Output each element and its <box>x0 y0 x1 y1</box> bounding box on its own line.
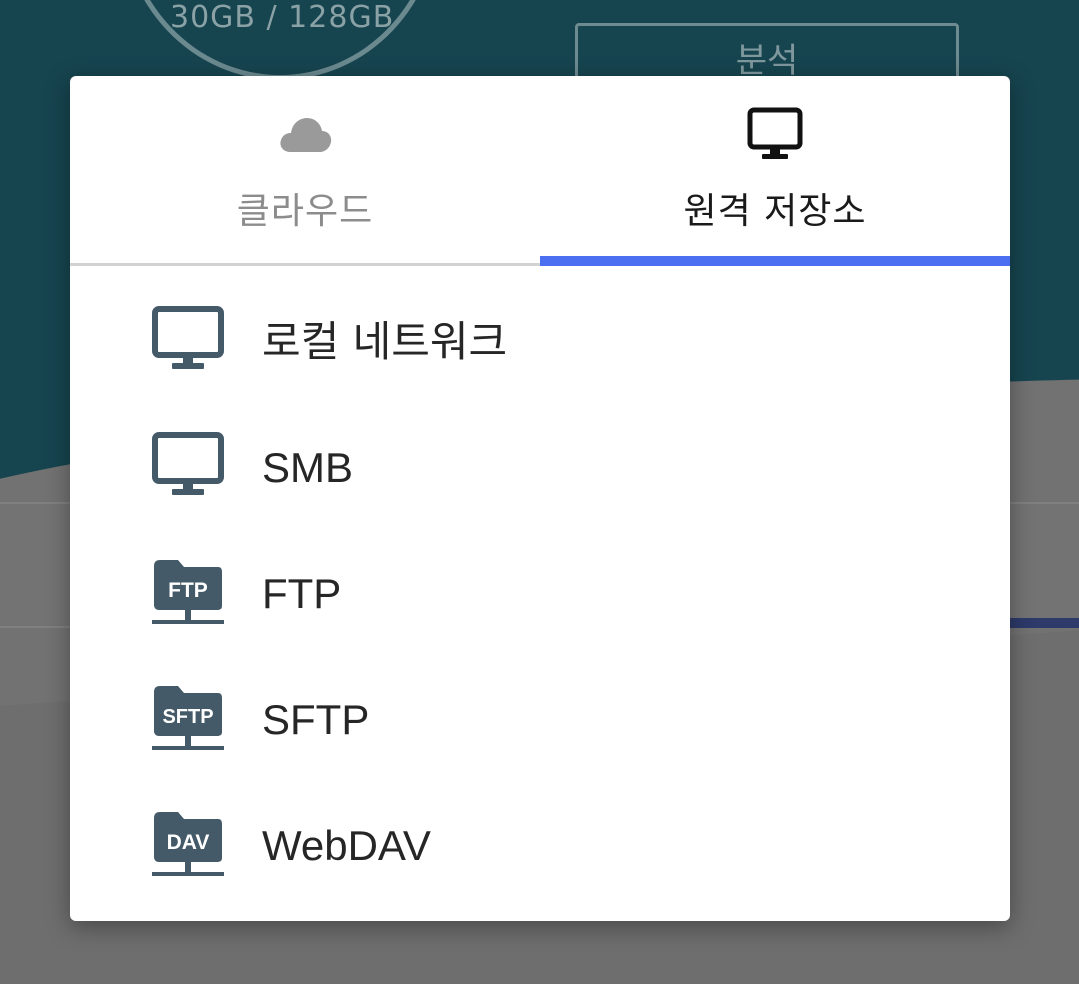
network-folder-badge: SFTP <box>162 706 213 728</box>
cloud-icon <box>275 104 335 164</box>
option-webdav-label: WebDAV <box>262 822 431 869</box>
network-folder-icon: FTP <box>152 558 224 628</box>
monitor-icon <box>152 432 224 502</box>
monitor-icon <box>745 104 805 164</box>
network-folder-icon: SFTP <box>152 684 224 754</box>
option-smb[interactable]: SMB <box>70 406 1010 532</box>
remote-storage-options: 로컬 네트워크 SMB FTP FTP SFTP SFTP DAV WebDAV <box>70 280 1010 910</box>
tab-remote-storage[interactable]: 원격 저장소 <box>540 76 1010 266</box>
tab-remote-storage-label: 원격 저장소 <box>683 191 867 232</box>
tab-cloud[interactable]: 클라우드 <box>70 76 540 266</box>
option-local-network-label: 로컬 네트워크 <box>262 317 508 366</box>
option-ftp[interactable]: FTP FTP <box>70 532 1010 658</box>
tab-bar: 클라우드 원격 저장소 <box>70 76 1010 266</box>
option-ftp-label: FTP <box>262 570 342 617</box>
option-sftp[interactable]: SFTP SFTP <box>70 658 1010 784</box>
network-folder-icon: DAV <box>152 810 224 880</box>
storage-usage-text: 30GB / 128GB <box>170 0 395 35</box>
option-webdav[interactable]: DAV WebDAV <box>70 784 1010 910</box>
tab-remote-storage-underline <box>540 256 1010 266</box>
add-storage-dialog: 클라우드 원격 저장소 로컬 네트워크 SMB FTP FTP SFTP SFT… <box>70 76 1010 921</box>
network-folder-badge: FTP <box>168 579 208 602</box>
tab-cloud-label: 클라우드 <box>236 191 374 232</box>
option-sftp-label: SFTP <box>262 696 370 743</box>
network-folder-badge: DAV <box>167 831 210 854</box>
option-local-network[interactable]: 로컬 네트워크 <box>70 280 1010 406</box>
background-card-accent <box>1010 618 1079 628</box>
monitor-icon <box>152 306 224 376</box>
option-smb-label: SMB <box>262 444 354 491</box>
tab-cloud-underline <box>70 263 540 266</box>
